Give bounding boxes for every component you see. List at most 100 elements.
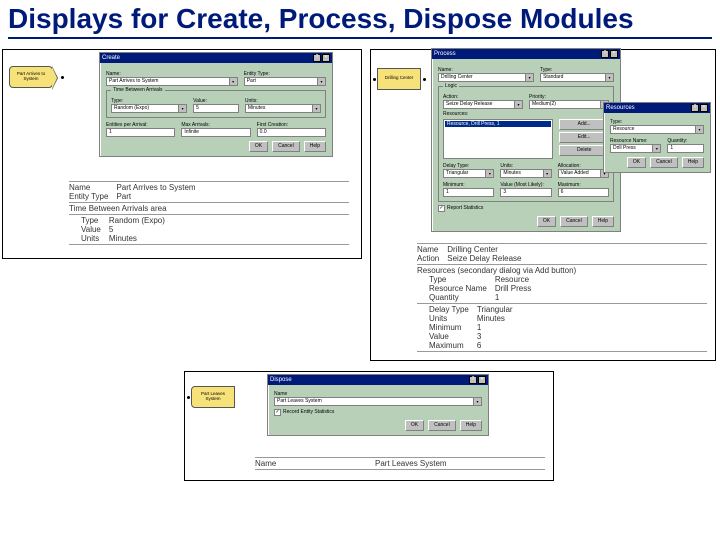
dropdown-icon[interactable]: ▾ (606, 73, 614, 82)
help-button[interactable]: Help (460, 420, 482, 431)
help-icon[interactable]: ? (601, 50, 609, 58)
help-button[interactable]: Help (682, 157, 704, 168)
process-module-shape: Drilling Center (377, 68, 421, 90)
dispose-module-label: Part Leaves System (194, 392, 232, 402)
logic-group-title: Logic (443, 83, 459, 89)
report-stats-checkbox[interactable]: ✓Report Statistics (438, 205, 614, 212)
dropdown-icon[interactable]: ▾ (313, 104, 321, 113)
info-row: UnitsMinutes (81, 234, 173, 243)
priority-input[interactable]: Medium(2) (529, 100, 601, 109)
help-button[interactable]: Help (304, 141, 326, 152)
process-dialog-title: Process (434, 51, 456, 57)
info-row: ActionSeize Delay Release (417, 254, 530, 263)
dropdown-icon[interactable]: ▾ (486, 169, 494, 178)
dispose-info-table: NamePart Leaves System (255, 456, 545, 471)
dispose-module-shape: Part Leaves System (191, 386, 235, 408)
action-input[interactable]: Seize Delay Release (443, 100, 515, 109)
help-button[interactable]: Help (592, 216, 614, 227)
tba-group-title: Time Between Arrivals (111, 87, 165, 93)
create-dialog-title: Create (102, 55, 120, 61)
res-name-input[interactable]: Drill Press (610, 144, 653, 153)
resources-dialog-title: Resources (606, 105, 635, 111)
help-icon[interactable]: ? (469, 376, 477, 384)
close-icon[interactable]: × (700, 104, 708, 112)
ok-button[interactable]: OK (627, 157, 646, 168)
delay-type-input[interactable]: Triangular (443, 169, 486, 178)
dropdown-icon[interactable]: ▾ (653, 144, 661, 153)
tba-units-input[interactable]: Minutes (245, 104, 313, 113)
chevron-icon (52, 67, 57, 89)
edit-button[interactable]: Edit... (559, 132, 609, 143)
cancel-button[interactable]: Cancel (650, 157, 678, 168)
close-icon[interactable]: × (610, 50, 618, 58)
logic-group: Logic Action: Seize Delay Release▾ Prior… (438, 86, 614, 202)
cancel-button[interactable]: Cancel (272, 141, 300, 152)
dispose-panel: Part Leaves System Dispose ? × Name Part… (184, 371, 554, 481)
process-panel: Drilling Center Process ? × Name: Drilli… (370, 49, 716, 361)
proc-units-input[interactable]: Minutes (500, 169, 543, 178)
connector-dot (423, 78, 426, 81)
delete-button[interactable]: Delete (559, 145, 609, 156)
dispose-dialog-title: Dispose (270, 377, 292, 383)
tba-type-input[interactable]: Random (Expo) (111, 104, 179, 113)
disp-name-input[interactable]: Part Leaves System (274, 397, 474, 406)
ok-button[interactable]: OK (537, 216, 556, 227)
resource-list-item[interactable]: Resource, Drill Press, 1 (445, 121, 551, 127)
dropdown-icon[interactable]: ▾ (318, 77, 326, 86)
res-qty-input[interactable]: 1 (667, 144, 704, 153)
report-stats-label: Report Statistics (447, 205, 483, 211)
ok-button[interactable]: OK (405, 420, 424, 431)
maxv-input[interactable]: 6 (558, 188, 609, 197)
record-stats-label: Record Entity Statistics (283, 409, 334, 415)
val-input[interactable]: 3 (500, 188, 551, 197)
dispose-dialog-titlebar: Dispose ? × (268, 375, 488, 385)
proc-type-input[interactable]: Standard (540, 73, 606, 82)
help-icon[interactable]: ? (313, 54, 321, 62)
dropdown-icon[interactable]: ▾ (526, 73, 534, 82)
record-stats-checkbox[interactable]: ✓Record Entity Statistics (274, 409, 482, 416)
res-type-input[interactable]: Resource (610, 125, 696, 134)
cancel-button[interactable]: Cancel (560, 216, 588, 227)
create-dialog-titlebar: Create ? × (100, 53, 332, 63)
connector-dot (61, 76, 64, 79)
process-dialog-titlebar: Process ? × (432, 49, 620, 59)
first-input[interactable]: 0.0 (257, 128, 326, 137)
create-name-input[interactable]: Part Arrives to System (106, 77, 230, 86)
close-icon[interactable]: × (322, 54, 330, 62)
tba-value-input[interactable]: 5 (193, 104, 239, 113)
create-module-shape: Part Arrives to System (9, 66, 53, 88)
dropdown-icon[interactable]: ▾ (515, 100, 523, 109)
process-info-table: NameDrilling Center ActionSeize Delay Re… (417, 242, 707, 353)
dispose-dialog: Dispose ? × Name Part Leaves System▾ ✓Re… (267, 374, 489, 436)
tba-group: Time Between Arrivals Type: Random (Expo… (106, 90, 326, 118)
info-row: TypeRandom (Expo) (81, 216, 173, 225)
proc-name-input[interactable]: Drilling Center (438, 73, 526, 82)
dropdown-icon[interactable]: ▾ (696, 125, 704, 134)
page-title: Displays for Create, Process, Dispose Mo… (0, 0, 720, 37)
dropdown-icon[interactable]: ▾ (544, 169, 552, 178)
info-row: NameDrilling Center (417, 245, 530, 254)
help-icon[interactable]: ? (691, 104, 699, 112)
add-button[interactable]: Add... (559, 119, 609, 130)
tba-info-header: Time Between Arrivals area (69, 204, 349, 213)
min-input[interactable]: 1 (443, 188, 494, 197)
cancel-button[interactable]: Cancel (428, 420, 456, 431)
dropdown-icon[interactable]: ▾ (474, 397, 482, 406)
connector-dot (373, 78, 376, 81)
max-input[interactable]: Infinite (181, 128, 250, 137)
ok-button[interactable]: OK (249, 141, 268, 152)
alloc-input[interactable]: Value Added (558, 169, 601, 178)
dropdown-icon[interactable]: ▾ (179, 104, 187, 113)
info-row: Entity TypePart (69, 192, 204, 201)
process-dialog: Process ? × Name: Drilling Center▾ Type:… (431, 48, 621, 232)
info-row: Minimum1 (429, 323, 521, 332)
dropdown-icon[interactable]: ▾ (230, 77, 238, 86)
close-icon[interactable]: × (478, 376, 486, 384)
resources-list[interactable]: Resource, Drill Press, 1 (443, 119, 553, 159)
info-row: NamePart Arrives to System (69, 183, 204, 192)
info-row: Value3 (429, 332, 521, 341)
info-row: NamePart Leaves System (255, 459, 455, 468)
title-underline (8, 37, 712, 39)
eba-input[interactable]: 1 (106, 128, 175, 137)
create-entity-type-input[interactable]: Part (244, 77, 318, 86)
